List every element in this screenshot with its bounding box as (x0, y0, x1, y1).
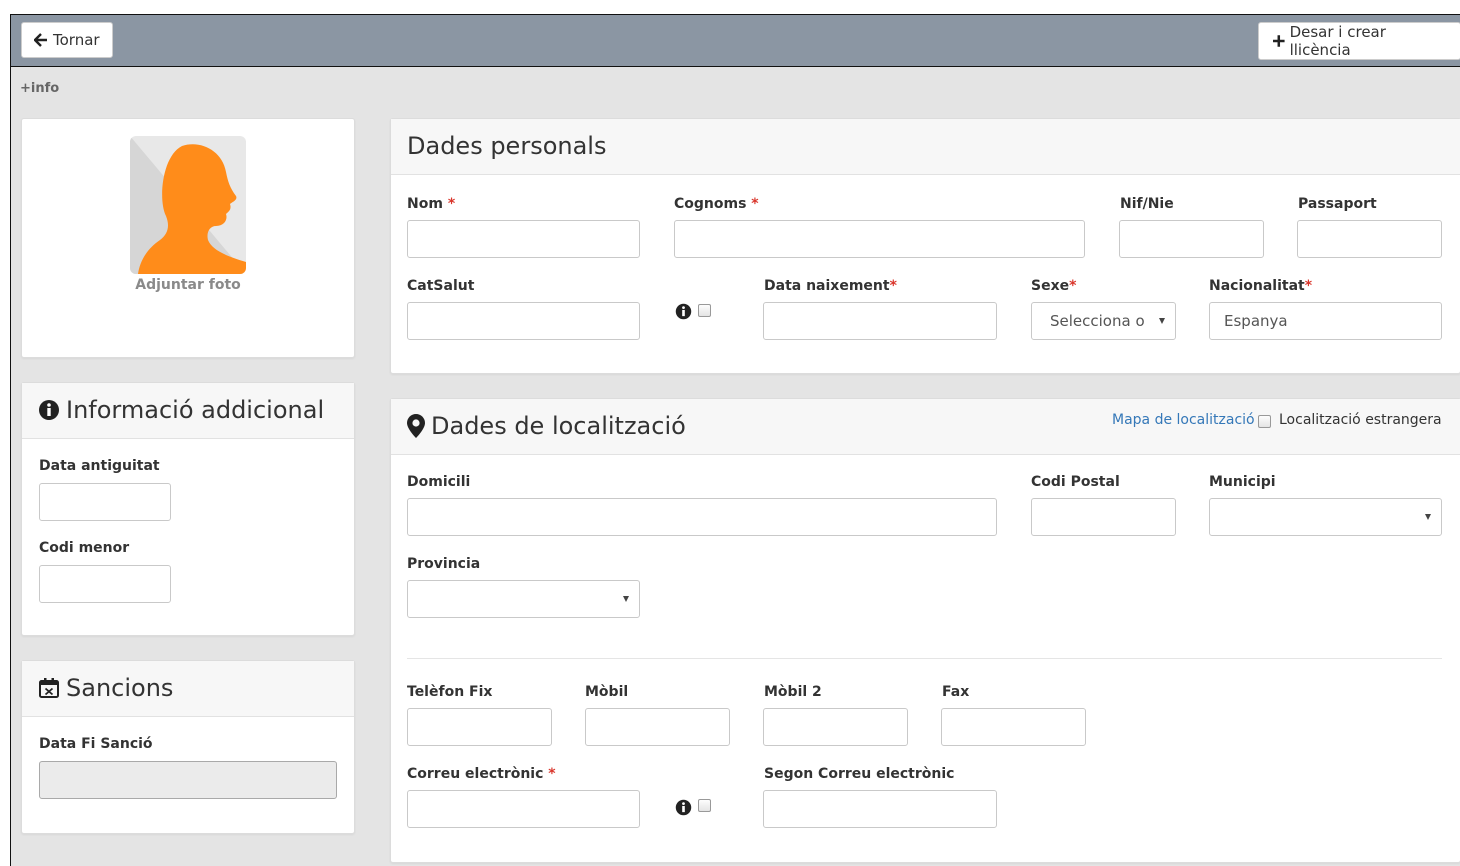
sanction-end-date-label: Data Fi Sanció (39, 736, 153, 752)
email-label: Correu electrònic * (407, 766, 556, 782)
personal-data-title: Dades personals (407, 132, 607, 160)
save-and-create-license-button[interactable]: Desar i crear llicència (1258, 22, 1460, 60)
nif-label: Nif/Nie (1120, 196, 1174, 212)
birth-date-label: Data naixement* (764, 278, 897, 294)
minor-code-label: Codi menor (39, 540, 130, 556)
person-silhouette-icon (130, 136, 246, 274)
landline-label: Telèfon Fix (407, 684, 493, 700)
address-input[interactable] (407, 498, 997, 536)
info-circle-icon (675, 799, 692, 816)
nationality-input[interactable]: Espanya (1209, 302, 1442, 340)
arrow-left-icon (34, 33, 47, 47)
avatar[interactable] (130, 136, 246, 274)
caret-down-icon (1159, 318, 1165, 324)
minor-code-input[interactable] (39, 565, 171, 603)
name-input[interactable] (407, 220, 640, 258)
location-data-panel: Dades de localització Mapa de localitzac… (390, 398, 1460, 863)
sex-select[interactable]: Selecciona o (1031, 302, 1176, 340)
second-email-label: Segon Correu electrònic (764, 766, 955, 782)
toolbar: Tornar Desar i crear llicència (11, 15, 1460, 67)
sex-select-value: Selecciona o (1050, 312, 1145, 330)
passport-input[interactable] (1297, 220, 1442, 258)
name-label: Nom * (407, 196, 456, 212)
mobile2-label: Mòbil 2 (764, 684, 822, 700)
sex-label: Sexe* (1031, 278, 1077, 294)
back-button-label: Tornar (53, 31, 100, 49)
caret-down-icon (1425, 514, 1431, 520)
province-select[interactable] (407, 580, 640, 618)
fax-input[interactable] (941, 708, 1086, 746)
divider (407, 658, 1442, 659)
mobile2-input[interactable] (763, 708, 908, 746)
foreign-location-label: Localització estrangera (1279, 412, 1442, 428)
more-info-link[interactable]: +info (20, 81, 59, 96)
location-data-title-text: Dades de localització (431, 412, 686, 440)
sanction-end-date-input (39, 761, 337, 799)
additional-info-header: Informació addicional (22, 383, 354, 439)
save-button-label: Desar i crear llicència (1289, 23, 1386, 59)
sanctions-title-text: Sancions (66, 674, 174, 702)
back-button[interactable]: Tornar (21, 22, 113, 58)
postal-code-label: Codi Postal (1031, 474, 1120, 490)
location-map-link[interactable]: Mapa de localització (1112, 412, 1255, 428)
email-checkbox[interactable] (698, 799, 711, 812)
photo-panel: Adjuntar foto (21, 118, 355, 358)
second-email-input[interactable] (763, 790, 997, 828)
mobile-input[interactable] (585, 708, 730, 746)
sanctions-title: Sancions (38, 674, 173, 702)
municipality-label: Municipi (1209, 474, 1276, 490)
address-label: Domicili (407, 474, 471, 490)
seniority-date-label: Data antiguitat (39, 458, 160, 474)
surnames-input[interactable] (674, 220, 1085, 258)
app-window: Tornar Desar i crear llicència +info Adj… (10, 14, 1460, 866)
province-label: Provincia (407, 556, 481, 572)
additional-info-panel: Informació addicional Data antiguitat Co… (21, 382, 355, 636)
foreign-location-checkbox[interactable] (1258, 415, 1271, 428)
fax-label: Fax (942, 684, 970, 700)
postal-code-input[interactable] (1031, 498, 1176, 536)
location-data-title: Dades de localització (407, 412, 686, 440)
additional-info-title: Informació addicional (38, 396, 324, 424)
info-circle-icon (675, 303, 692, 320)
info-circle-icon (39, 400, 59, 420)
location-data-header: Dades de localització Mapa de localitzac… (391, 399, 1460, 455)
catsalut-label: CatSalut (407, 278, 475, 294)
mobile-label: Mòbil (585, 684, 629, 700)
surnames-label: Cognoms * (674, 196, 759, 212)
birth-date-input[interactable] (763, 302, 997, 340)
passport-label: Passaport (1298, 196, 1377, 212)
plus-icon (1273, 35, 1285, 47)
nif-input[interactable] (1119, 220, 1264, 258)
municipality-select[interactable] (1209, 498, 1442, 536)
sanctions-panel: Sancions Data Fi Sanció (21, 660, 355, 834)
map-marker-icon (407, 414, 425, 438)
landline-input[interactable] (407, 708, 552, 746)
catsalut-input[interactable] (407, 302, 640, 340)
sanctions-header: Sancions (22, 661, 354, 717)
additional-info-title-text: Informació addicional (66, 396, 325, 424)
caret-down-icon (623, 596, 629, 602)
nationality-label: Nacionalitat* (1209, 278, 1313, 294)
calendar-x-icon (39, 678, 59, 698)
email-input[interactable] (407, 790, 640, 828)
personal-data-panel: Dades personals Nom * Cognoms * Nif/Nie … (390, 118, 1460, 374)
attach-photo-link[interactable]: Adjuntar foto (22, 277, 354, 293)
personal-data-header: Dades personals (391, 119, 1460, 175)
catsalut-checkbox[interactable] (698, 304, 711, 317)
seniority-date-input[interactable] (39, 483, 171, 521)
